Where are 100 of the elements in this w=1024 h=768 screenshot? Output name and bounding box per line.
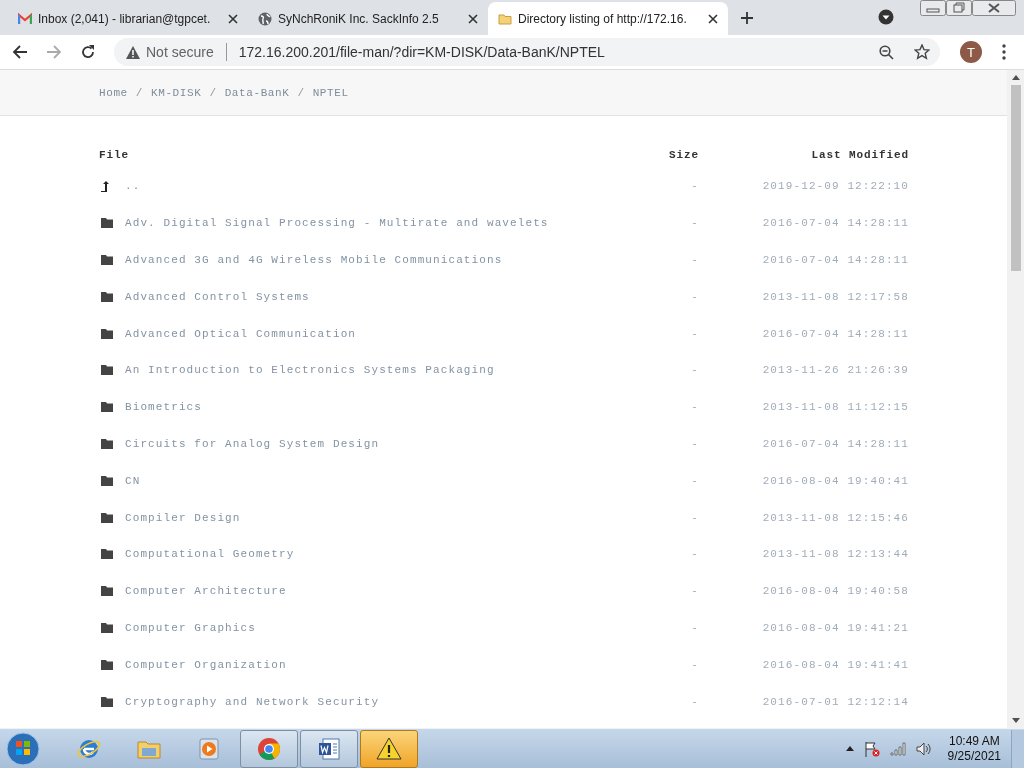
folder-icon bbox=[101, 218, 113, 229]
modified-date: 2016-08-04 19:41:21 bbox=[762, 621, 909, 634]
warning-icon bbox=[126, 45, 140, 59]
flag-icon[interactable] bbox=[863, 740, 880, 757]
modified-date: 2013-11-08 12:17:58 bbox=[762, 290, 909, 303]
breadcrumb-link[interactable]: Data-BanK bbox=[224, 86, 290, 99]
folder-icon bbox=[101, 696, 113, 707]
close-icon[interactable] bbox=[708, 13, 718, 24]
file-size: - bbox=[691, 474, 699, 487]
up-arrow-icon bbox=[101, 180, 109, 192]
folder-link[interactable]: Advanced Control Systems bbox=[125, 290, 310, 303]
folder-icon bbox=[101, 659, 113, 670]
column-header[interactable]: File bbox=[99, 149, 599, 161]
breadcrumb-link[interactable]: Home bbox=[99, 86, 128, 99]
folder-icon bbox=[101, 291, 113, 302]
close-icon[interactable] bbox=[972, 0, 1016, 16]
browser-tab[interactable]: Inbox (2,041) - librarian@tgpcet. bbox=[8, 2, 248, 35]
scroll-down-icon[interactable] bbox=[1011, 718, 1020, 723]
folder-link[interactable]: Computer Architecture bbox=[125, 585, 287, 598]
globe-icon bbox=[258, 11, 272, 26]
security-label[interactable]: Not secure bbox=[146, 44, 214, 60]
file-size: - bbox=[691, 548, 699, 561]
modified-date: 2016-08-04 19:40:58 bbox=[762, 585, 909, 598]
browser-tab[interactable]: Directory listing of http://172.16. bbox=[488, 2, 728, 35]
folder-icon bbox=[101, 365, 113, 376]
folder-link[interactable]: Advanced Optical Communication bbox=[125, 327, 357, 340]
close-icon[interactable] bbox=[468, 13, 478, 24]
modified-date: 2013-11-26 21:26:39 bbox=[762, 364, 909, 377]
folder-link[interactable]: Computational Geometry bbox=[125, 548, 295, 561]
file-size: - bbox=[691, 254, 699, 266]
file-size: - bbox=[691, 658, 699, 671]
zoom-out-icon[interactable] bbox=[879, 44, 894, 60]
back-icon[interactable] bbox=[12, 44, 28, 60]
folder-icon bbox=[101, 255, 113, 265]
folder-link[interactable]: An Introduction to Electronics Systems Packaging bbox=[125, 364, 495, 377]
folder-icon bbox=[101, 438, 113, 449]
tab-title: SyNchRoniK Inc. SackInfo 2.5 bbox=[278, 11, 440, 26]
modified-date: 2013-11-08 12:13:44 bbox=[762, 548, 909, 561]
dropdown-icon[interactable] bbox=[878, 9, 894, 25]
warning-icon bbox=[376, 735, 402, 762]
folder-link[interactable]: Biometrics bbox=[125, 401, 202, 414]
file-size: - bbox=[691, 364, 699, 377]
document-icon bbox=[316, 735, 342, 762]
folder-icon bbox=[101, 402, 113, 413]
star-icon[interactable] bbox=[914, 44, 930, 60]
reload-icon[interactable] bbox=[80, 44, 96, 60]
file-size: - bbox=[691, 217, 699, 230]
clock-date[interactable]: 9/25/2021 bbox=[947, 748, 1001, 764]
scrollbar-thumb[interactable] bbox=[1010, 85, 1021, 271]
restore-icon[interactable] bbox=[946, 0, 972, 16]
browser-tab[interactable]: SyNchRoniK Inc. SackInfo 2.5 bbox=[248, 2, 488, 35]
parent-directory-link[interactable]: .. bbox=[125, 180, 141, 193]
modified-date: 2013-11-08 12:15:46 bbox=[762, 511, 909, 524]
tray-up-arrow-icon[interactable] bbox=[845, 746, 854, 751]
minimize-icon[interactable] bbox=[920, 0, 946, 16]
taskbar-button[interactable] bbox=[300, 729, 358, 768]
breadcrumb-separator: / bbox=[135, 86, 143, 99]
play-icon bbox=[196, 735, 222, 762]
speaker-icon[interactable] bbox=[915, 741, 932, 756]
column-header[interactable]: Last Modified bbox=[699, 149, 909, 161]
folder-link[interactable]: Circuits for Analog System Design bbox=[125, 437, 380, 450]
folder-icon bbox=[101, 475, 113, 486]
chrome-icon bbox=[256, 735, 282, 762]
file-size: - bbox=[691, 695, 699, 708]
file-size: - bbox=[691, 327, 699, 340]
clock-time[interactable]: 10:49 AM bbox=[948, 733, 1000, 749]
folder-link[interactable]: Computer Graphics bbox=[125, 621, 256, 634]
breadcrumb-link[interactable]: KM-DISK bbox=[151, 86, 202, 99]
taskbar-button[interactable] bbox=[240, 729, 298, 768]
folder-link[interactable]: Computer Organization bbox=[125, 658, 287, 671]
folder-link[interactable]: Compiler Design bbox=[125, 511, 241, 524]
modified-date: 2016-07-04 14:28:11 bbox=[762, 254, 909, 266]
breadcrumb-separator: / bbox=[209, 86, 217, 99]
profile-avatar[interactable]: T bbox=[960, 41, 982, 63]
modified-date: 2016-07-04 14:28:11 bbox=[762, 217, 909, 230]
breadcrumb-link[interactable]: NPTEL bbox=[312, 86, 349, 99]
folder-icon bbox=[101, 586, 113, 597]
modified-date: 2013-11-08 11:12:15 bbox=[762, 401, 909, 414]
taskbar-button[interactable] bbox=[360, 729, 418, 768]
close-icon[interactable] bbox=[228, 13, 238, 24]
plus-icon[interactable] bbox=[740, 11, 754, 25]
scroll-up-icon[interactable] bbox=[1011, 75, 1020, 80]
modified-date: 2019-12-09 12:22:10 bbox=[762, 180, 909, 193]
folder-link[interactable]: CN bbox=[125, 474, 141, 487]
file-size: - bbox=[691, 585, 699, 598]
url-text: 172.16.200.201/file-man/?dir=KM-DISK/Data-BanK/NPTEL bbox=[238, 44, 605, 60]
folder-link[interactable]: Cryptography and Network Security bbox=[125, 695, 380, 708]
folder-link[interactable]: Adv. Digital Signal Processing - Multirate and wavelets bbox=[125, 217, 549, 230]
scrollbar[interactable] bbox=[1007, 70, 1024, 728]
file-size: - bbox=[691, 401, 699, 414]
column-header[interactable]: Size bbox=[599, 149, 699, 161]
folder-icon bbox=[101, 512, 113, 523]
folder-icon bbox=[101, 328, 113, 339]
folder-link[interactable]: Advanced 3G and 4G Wireless Mobile Communications bbox=[125, 254, 503, 266]
folder-icon bbox=[101, 622, 113, 633]
menu-icon[interactable] bbox=[1002, 44, 1006, 60]
start-button-icon[interactable] bbox=[6, 731, 40, 766]
breadcrumb-separator: / bbox=[297, 86, 305, 99]
address-bar[interactable]: Not secure 172.16.200.201/file-man/?dir=KM-DISK/Data-BanK/NPTEL bbox=[114, 38, 940, 66]
modified-date: 2016-08-04 19:40:41 bbox=[762, 474, 909, 487]
